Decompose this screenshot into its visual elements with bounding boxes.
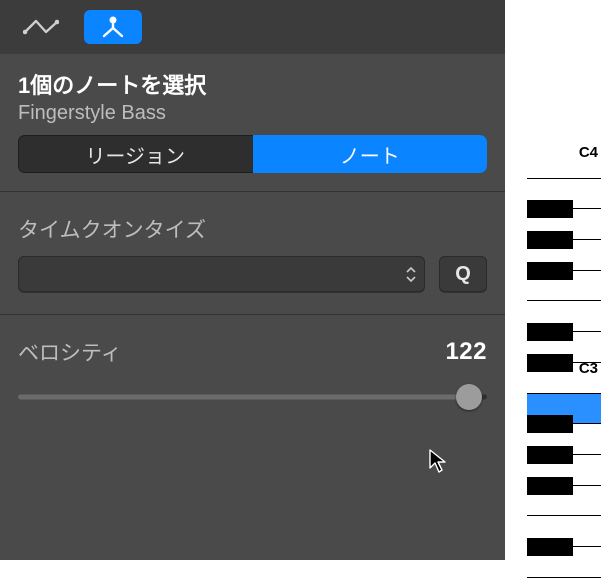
- velocity-section: ベロシティ 122: [0, 314, 505, 437]
- velocity-value[interactable]: 122: [445, 338, 487, 366]
- slider-fill: [18, 395, 469, 400]
- automation-curve-icon: [23, 18, 59, 36]
- selection-title: 1個のノートを選択: [18, 68, 487, 100]
- stepper-icon: [405, 262, 417, 286]
- tab-notes[interactable]: ノート: [253, 135, 488, 173]
- black-key[interactable]: [527, 354, 573, 372]
- velocity-label: ベロシティ: [18, 337, 122, 367]
- velocity-slider[interactable]: [18, 387, 487, 407]
- black-key[interactable]: [527, 200, 573, 218]
- white-key[interactable]: [527, 148, 601, 179]
- tab-switcher-wrap: リージョン ノート: [0, 131, 505, 191]
- quantize-section: タイムクオンタイズ Q: [0, 191, 505, 314]
- black-key[interactable]: [527, 231, 573, 249]
- black-key[interactable]: [527, 446, 573, 464]
- selection-info: 1個のノートを選択 Fingerstyle Bass: [0, 54, 505, 131]
- quantize-popup[interactable]: [18, 256, 425, 292]
- black-key[interactable]: [527, 323, 573, 341]
- track-name: Fingerstyle Bass: [18, 102, 487, 125]
- piano-keys[interactable]: [527, 148, 601, 578]
- velocity-header: ベロシティ 122: [18, 337, 487, 367]
- black-key[interactable]: [527, 538, 573, 556]
- quantize-row: Q: [18, 256, 487, 292]
- piano-ruler: C4 C3: [505, 0, 601, 583]
- midi-tool-button[interactable]: [84, 10, 142, 44]
- slider-thumb[interactable]: [456, 384, 482, 410]
- black-key[interactable]: [527, 477, 573, 495]
- midi-filter-icon: [100, 16, 126, 38]
- black-key[interactable]: [527, 415, 573, 433]
- quantize-label: タイムクオンタイズ: [18, 214, 487, 244]
- inspector-panel: 1個のノートを選択 Fingerstyle Bass リージョン ノート タイム…: [0, 0, 505, 560]
- tab-switcher: リージョン ノート: [18, 135, 487, 173]
- black-key[interactable]: [527, 262, 573, 280]
- toolbar: [0, 0, 505, 54]
- automation-tool-button[interactable]: [12, 10, 70, 44]
- quantize-apply-button[interactable]: Q: [439, 256, 487, 292]
- tab-region[interactable]: リージョン: [18, 135, 253, 173]
